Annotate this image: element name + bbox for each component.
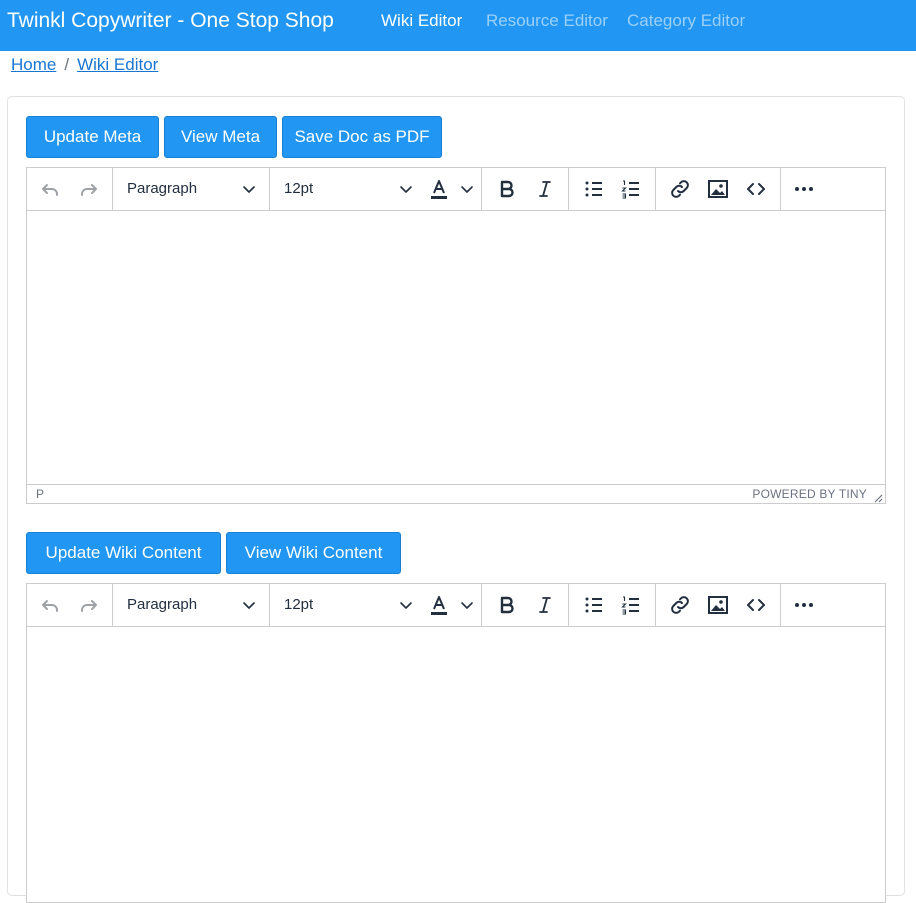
block-format-value: Paragraph [127, 180, 198, 197]
wiki-editor: Paragraph 12pt [26, 583, 886, 903]
app-brand[interactable]: Twinkl Copywriter - One Stop Shop [7, 8, 334, 34]
view-meta-button[interactable]: View Meta [164, 116, 277, 158]
more-icon[interactable] [792, 177, 816, 201]
font-size-value: 12pt [284, 596, 314, 613]
nav-link-category-editor[interactable]: Category Editor [627, 10, 745, 32]
more-icon[interactable] [792, 593, 816, 617]
view-wiki-content-button[interactable]: View Wiki Content [226, 532, 401, 574]
resize-handle-icon[interactable] [873, 490, 883, 503]
update-meta-button[interactable]: Update Meta [26, 116, 159, 158]
update-wiki-content-button[interactable]: Update Wiki Content [26, 532, 221, 574]
formatting-group [482, 168, 569, 210]
font-group: 12pt [270, 168, 482, 210]
nav-link-resource-editor[interactable]: Resource Editor [486, 10, 608, 32]
tiny-branding[interactable]: POWERED BY TINY [752, 485, 867, 503]
bold-icon[interactable] [495, 177, 519, 201]
font-size-select[interactable]: 12pt [270, 168, 420, 210]
meta-editor-toolbar: Paragraph 12pt [27, 168, 885, 211]
element-path[interactable]: P [36, 485, 44, 503]
font-size-select[interactable]: 12pt [270, 584, 420, 626]
block-format-select[interactable]: Paragraph [113, 584, 270, 626]
breadcrumb-separator: / [64, 55, 70, 74]
chevron-down-icon [241, 597, 257, 613]
top-navbar: Twinkl Copywriter - One Stop Shop Wiki E… [0, 0, 916, 51]
numbered-list-icon[interactable] [619, 593, 643, 617]
chevron-down-icon [398, 597, 414, 613]
link-icon[interactable] [668, 177, 692, 201]
font-size-value: 12pt [284, 180, 314, 197]
text-color-icon[interactable] [427, 177, 451, 201]
image-icon[interactable] [706, 593, 730, 617]
redo-icon[interactable] [77, 593, 101, 617]
numbered-list-icon[interactable] [619, 177, 643, 201]
chevron-down-icon [398, 181, 414, 197]
source-code-icon[interactable] [744, 593, 768, 617]
insert-group [656, 584, 781, 626]
meta-editor-content[interactable] [27, 212, 885, 484]
undo-icon[interactable] [38, 177, 62, 201]
redo-icon[interactable] [77, 177, 101, 201]
meta-editor-statusbar: P POWERED BY TINY [27, 484, 885, 503]
meta-editor: Paragraph 12pt P POWERED BY TINY [26, 167, 886, 504]
bullet-list-icon[interactable] [582, 593, 606, 617]
block-format-value: Paragraph [127, 596, 198, 613]
block-format-select[interactable]: Paragraph [113, 168, 270, 210]
italic-icon[interactable] [533, 177, 557, 201]
breadcrumb-wiki-editor[interactable]: Wiki Editor [77, 55, 158, 74]
history-group [27, 168, 113, 210]
undo-icon[interactable] [38, 593, 62, 617]
insert-group [656, 168, 781, 210]
text-color-icon[interactable] [427, 593, 451, 617]
source-code-icon[interactable] [744, 177, 768, 201]
chevron-down-icon[interactable] [459, 181, 475, 197]
italic-icon[interactable] [533, 593, 557, 617]
font-group: 12pt [270, 584, 482, 626]
chevron-down-icon [241, 181, 257, 197]
history-group [27, 584, 113, 626]
lists-group [569, 168, 656, 210]
chevron-down-icon[interactable] [459, 597, 475, 613]
breadcrumb-home[interactable]: Home [11, 55, 56, 74]
wiki-editor-content[interactable] [27, 628, 885, 888]
formatting-group [482, 584, 569, 626]
image-icon[interactable] [706, 177, 730, 201]
lists-group [569, 584, 656, 626]
link-icon[interactable] [668, 593, 692, 617]
wiki-editor-toolbar: Paragraph 12pt [27, 584, 885, 627]
save-doc-pdf-button[interactable]: Save Doc as PDF [282, 116, 442, 158]
breadcrumb: Home / Wiki Editor [11, 54, 158, 76]
bold-icon[interactable] [495, 593, 519, 617]
nav-link-wiki-editor[interactable]: Wiki Editor [381, 10, 462, 32]
bullet-list-icon[interactable] [582, 177, 606, 201]
